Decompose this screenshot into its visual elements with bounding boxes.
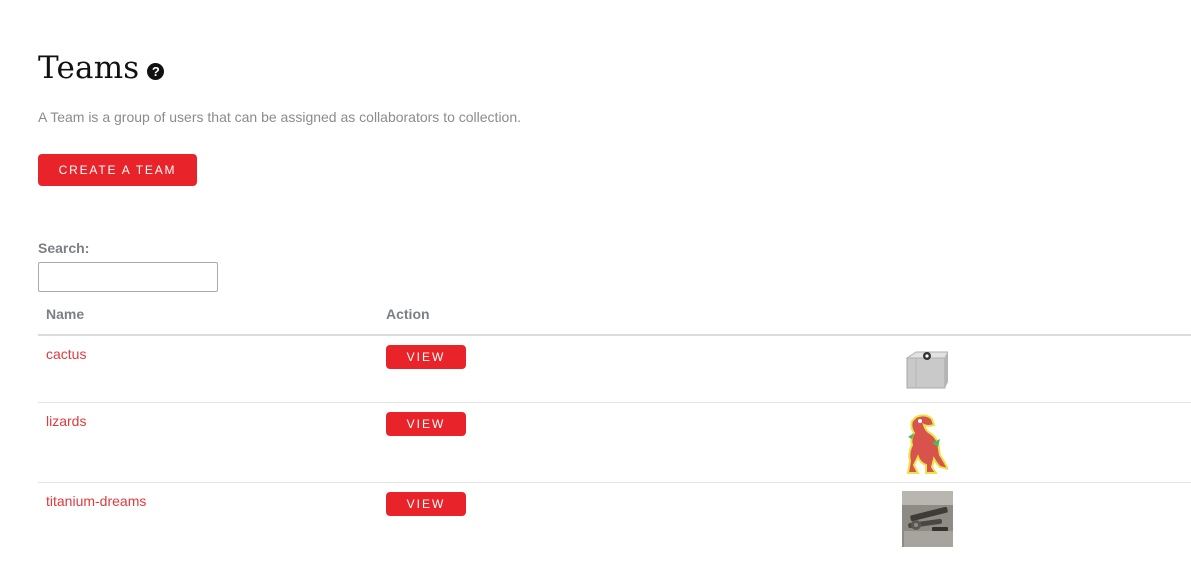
search-label: Search: [38,240,90,256]
teams-page: Teams ? A Team is a group of users that … [0,0,1191,574]
team-name-link[interactable]: lizards [46,413,86,429]
column-header-action[interactable]: Action [386,306,430,322]
table-row: titanium-dreams VIEW [38,483,1191,574]
box-image [905,351,948,389]
dinosaur-image [906,414,948,474]
table-row: lizards VIEW [38,403,1191,483]
tools-photo [902,491,953,547]
view-team-button[interactable]: VIEW [386,492,466,516]
page-title: Teams ? [38,50,165,86]
page-title-text: Teams [38,50,140,86]
team-name-link[interactable]: titanium-dreams [46,493,146,509]
column-header-name[interactable]: Name [46,306,84,322]
search-input[interactable] [38,262,218,292]
page-description: A Team is a group of users that can be a… [38,109,522,125]
create-team-button[interactable]: CREATE A TEAM [38,154,197,186]
view-team-button[interactable]: VIEW [386,412,466,436]
team-name-link[interactable]: cactus [46,346,86,362]
view-team-button[interactable]: VIEW [386,345,466,369]
question-circle-icon[interactable]: ? [147,62,165,80]
table-row: cactus VIEW [38,336,1191,403]
